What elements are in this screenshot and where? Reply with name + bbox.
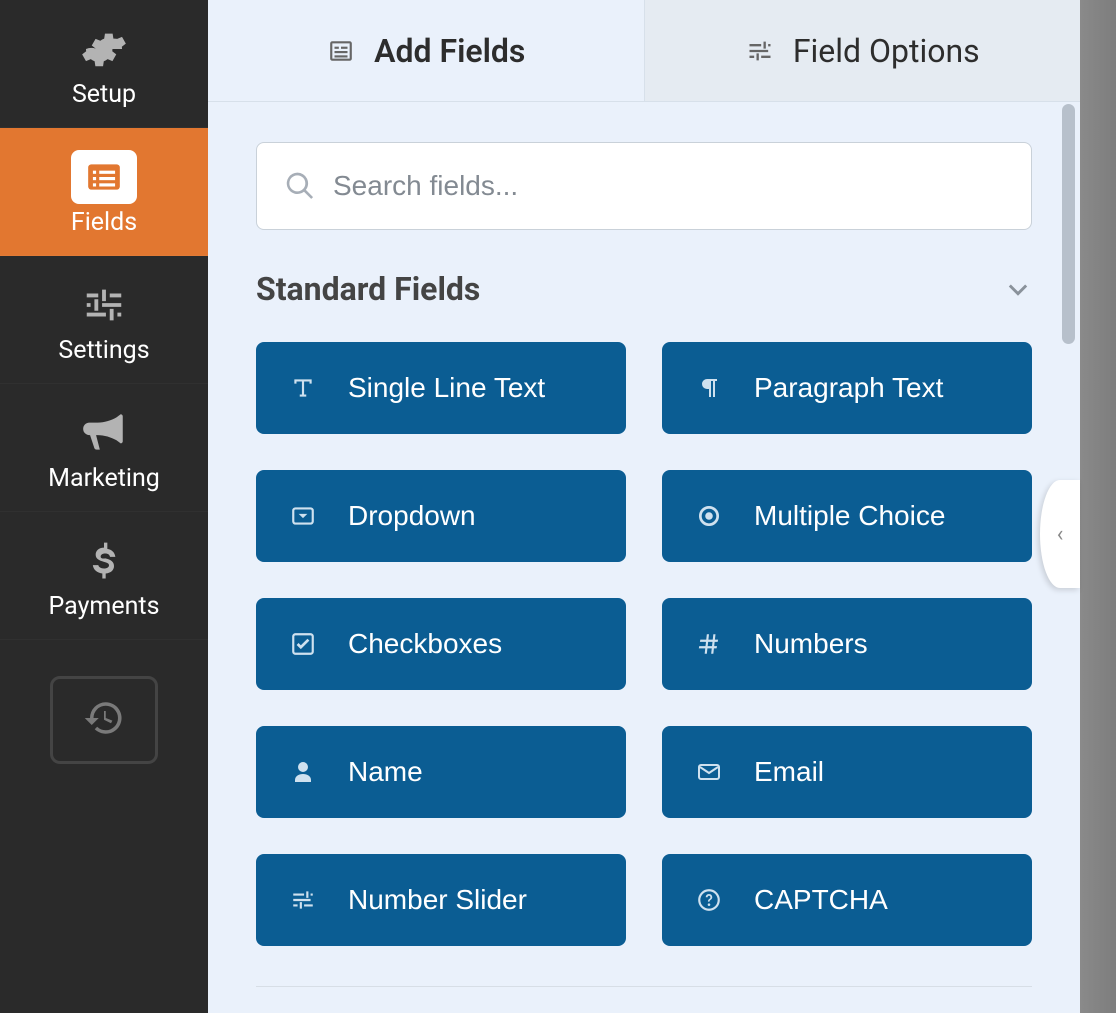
list-icon (71, 150, 137, 204)
scrollbar-thumb[interactable] (1062, 104, 1075, 344)
field-paragraph-text[interactable]: Paragraph Text (662, 342, 1032, 434)
field-numbers[interactable]: Numbers (662, 598, 1032, 690)
user-icon (288, 757, 318, 787)
sidebar: Setup Fields Settings Marketing Payments (0, 0, 208, 1013)
bullhorn-icon (77, 406, 131, 460)
main-panel: Add Fields Field Options Standard Fields… (208, 0, 1080, 1013)
chevron-down-icon (1004, 275, 1032, 303)
sliders-icon (77, 278, 131, 332)
separator (256, 986, 1032, 987)
sidebar-item-fields[interactable]: Fields (0, 128, 208, 256)
hash-icon (694, 629, 724, 659)
field-label: Checkboxes (348, 628, 502, 660)
radio-icon (694, 501, 724, 531)
collapse-panel-button[interactable]: ‹ (1040, 480, 1080, 588)
dropdown-icon (288, 501, 318, 531)
section-header[interactable]: Standard Fields (256, 270, 1032, 308)
field-email[interactable]: Email (662, 726, 1032, 818)
field-dropdown[interactable]: Dropdown (256, 470, 626, 562)
text-icon (288, 373, 318, 403)
tab-label: Field Options (793, 32, 980, 70)
tabs: Add Fields Field Options (208, 0, 1080, 102)
section-title: Standard Fields (256, 270, 480, 308)
field-label: Paragraph Text (754, 372, 943, 404)
dollar-icon (77, 534, 131, 588)
search-input[interactable] (256, 142, 1032, 230)
panel-content: Standard Fields Single Line Text Paragra… (208, 102, 1080, 1013)
field-captcha[interactable]: CAPTCHA (662, 854, 1032, 946)
field-label: Multiple Choice (754, 500, 945, 532)
sidebar-item-payments[interactable]: Payments (0, 512, 208, 640)
sidebar-item-setup[interactable]: Setup (0, 0, 208, 128)
field-checkboxes[interactable]: Checkboxes (256, 598, 626, 690)
sliders-icon (288, 885, 318, 915)
search-wrapper (256, 142, 1032, 230)
paragraph-icon (694, 373, 724, 403)
sliders-icon (745, 36, 775, 66)
right-edge (1080, 0, 1116, 1013)
question-icon (694, 885, 724, 915)
checkbox-icon (288, 629, 318, 659)
tab-label: Add Fields (374, 32, 525, 70)
history-icon (83, 697, 125, 743)
field-label: Single Line Text (348, 372, 545, 404)
field-single-line-text[interactable]: Single Line Text (256, 342, 626, 434)
search-icon (284, 170, 316, 202)
history-button[interactable] (50, 676, 158, 764)
fields-grid: Single Line Text Paragraph Text Dropdown… (256, 342, 1032, 946)
sidebar-label: Setup (72, 82, 136, 107)
sidebar-item-marketing[interactable]: Marketing (0, 384, 208, 512)
chevron-left-icon: ‹ (1057, 522, 1064, 547)
sidebar-label: Fields (71, 210, 137, 235)
sidebar-label: Settings (58, 338, 149, 363)
field-label: Number Slider (348, 884, 527, 916)
field-label: Email (754, 756, 824, 788)
tab-add-fields[interactable]: Add Fields (208, 0, 645, 101)
envelope-icon (694, 757, 724, 787)
field-label: Numbers (754, 628, 868, 660)
field-label: CAPTCHA (754, 884, 888, 916)
field-label: Name (348, 756, 423, 788)
field-multiple-choice[interactable]: Multiple Choice (662, 470, 1032, 562)
sidebar-label: Marketing (48, 466, 160, 491)
gear-icon (77, 22, 131, 76)
field-name[interactable]: Name (256, 726, 626, 818)
field-label: Dropdown (348, 500, 476, 532)
tab-field-options[interactable]: Field Options (645, 0, 1081, 101)
sidebar-label: Payments (49, 594, 160, 619)
form-icon (326, 36, 356, 66)
field-number-slider[interactable]: Number Slider (256, 854, 626, 946)
sidebar-item-settings[interactable]: Settings (0, 256, 208, 384)
